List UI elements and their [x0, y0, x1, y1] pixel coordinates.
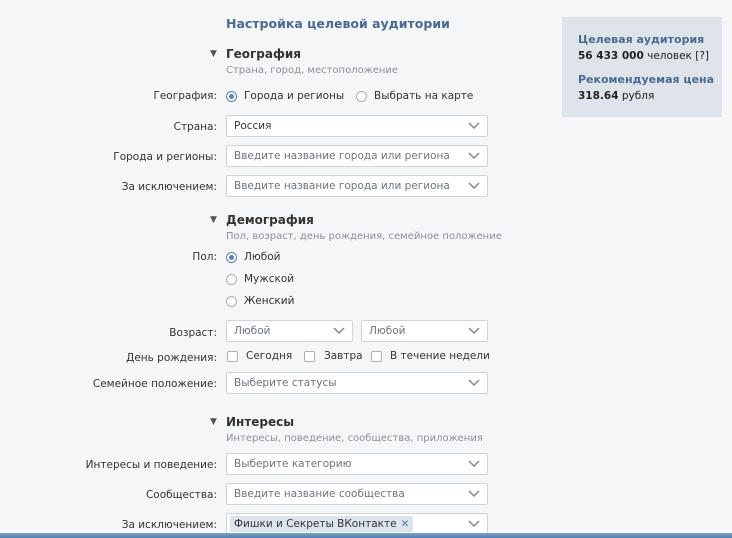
- age-label: Возраст:: [169, 327, 217, 339]
- chevron-down-icon: [468, 490, 480, 497]
- cities-input[interactable]: Введите название города или региона: [226, 145, 488, 167]
- audience-title: Целевая аудитория: [578, 33, 705, 46]
- collapse-arrow-icon[interactable]: ▼: [210, 417, 217, 427]
- checkbox-week-label[interactable]: В течение недели: [390, 350, 490, 362]
- gender-label: Пол:: [192, 251, 217, 263]
- remove-tag-icon[interactable]: ✕: [401, 518, 410, 530]
- country-select[interactable]: Россия: [226, 115, 488, 137]
- section-subtitle-interests: Интересы, поведение, сообщества, приложе…: [226, 433, 483, 444]
- audience-count: 56 433 000: [578, 50, 644, 62]
- country-label: Страна:: [173, 121, 217, 133]
- country-value: Россия: [234, 120, 272, 132]
- price-title: Рекомендуемая цена: [578, 73, 715, 86]
- checkbox-tomorrow-label[interactable]: Завтра: [324, 350, 363, 362]
- behavior-label: Интересы и поведение:: [85, 459, 217, 471]
- geo-label: География:: [153, 90, 217, 102]
- checkbox-today[interactable]: [227, 351, 238, 362]
- chevron-down-icon: [468, 460, 480, 467]
- geo-exclude-input[interactable]: Введите название города или региона: [226, 175, 488, 197]
- checkbox-week[interactable]: [371, 351, 382, 362]
- radio-gender-male[interactable]: [226, 274, 237, 285]
- collapse-arrow-icon[interactable]: ▼: [210, 215, 217, 225]
- chevron-down-icon: [468, 379, 480, 386]
- chevron-down-icon: [468, 122, 480, 129]
- geo-exclude-label: За исключением:: [121, 181, 217, 193]
- gender-female-label[interactable]: Женский: [244, 295, 294, 307]
- radio-gender-any[interactable]: [226, 252, 237, 263]
- radio-cities-label[interactable]: Города и регионы: [244, 90, 344, 102]
- radio-map[interactable]: [356, 91, 367, 102]
- price-unit: рубля: [621, 90, 655, 102]
- behavior-select[interactable]: Выберите категорию: [226, 453, 488, 475]
- radio-cities[interactable]: [226, 91, 237, 102]
- chevron-down-icon: [468, 152, 480, 159]
- audience-unit: человек [?]: [647, 50, 710, 62]
- age-to-value: Любой: [369, 325, 406, 337]
- age-to-select[interactable]: Любой: [361, 320, 488, 342]
- communities-label: Сообщества:: [145, 489, 217, 501]
- checkbox-tomorrow[interactable]: [304, 351, 315, 362]
- audience-summary-panel: Целевая аудитория 56 433 000 человек [?]…: [562, 17, 722, 117]
- age-from-value: Любой: [234, 325, 271, 337]
- section-subtitle-demo: Пол, возраст, день рождения, семейное по…: [226, 231, 502, 242]
- price-row: 318.64 рубля: [578, 90, 654, 102]
- birthday-label: День рождения:: [126, 352, 217, 364]
- section-title-interests[interactable]: Интересы: [226, 415, 294, 429]
- chevron-down-icon: [333, 327, 345, 334]
- audience-count-row: 56 433 000 человек [?]: [578, 50, 709, 62]
- marital-placeholder: Выберите статусы: [234, 377, 337, 389]
- cities-label: Города и регионы:: [113, 151, 217, 163]
- community-tag: Фишки и Секреты ВКонтакте ✕: [230, 516, 414, 532]
- section-subtitle-geo: Страна, город, местоположение: [226, 65, 399, 76]
- communities-input[interactable]: Введите название сообщества: [226, 483, 488, 505]
- checkbox-today-label[interactable]: Сегодня: [246, 350, 292, 362]
- marital-select[interactable]: Выберите статусы: [226, 372, 488, 394]
- radio-gender-female[interactable]: [226, 296, 237, 307]
- section-title-demo[interactable]: Демография: [226, 213, 314, 227]
- geo-exclude-placeholder: Введите название города или региона: [234, 180, 450, 192]
- community-tag-label: Фишки и Секреты ВКонтакте: [234, 518, 397, 530]
- marital-label: Семейное положение:: [92, 378, 217, 390]
- age-from-select[interactable]: Любой: [226, 320, 353, 342]
- section-title-geo[interactable]: География: [226, 47, 301, 61]
- page-title: Настройка целевой аудитории: [226, 16, 450, 31]
- behavior-placeholder: Выберите категорию: [234, 458, 352, 470]
- gender-male-label[interactable]: Мужской: [244, 273, 294, 285]
- gender-any-label[interactable]: Любой: [244, 251, 280, 263]
- window-bottom-bar: [0, 533, 732, 538]
- chevron-down-icon: [468, 520, 480, 527]
- communities-placeholder: Введите название сообщества: [234, 488, 405, 500]
- price-value: 318.64: [578, 90, 619, 102]
- cities-placeholder: Введите название города или региона: [234, 150, 450, 162]
- collapse-arrow-icon[interactable]: ▼: [210, 49, 217, 59]
- interests-exclude-label: За исключением:: [121, 519, 217, 531]
- chevron-down-icon: [468, 327, 480, 334]
- chevron-down-icon: [468, 182, 480, 189]
- radio-map-label[interactable]: Выбрать на карте: [374, 90, 473, 102]
